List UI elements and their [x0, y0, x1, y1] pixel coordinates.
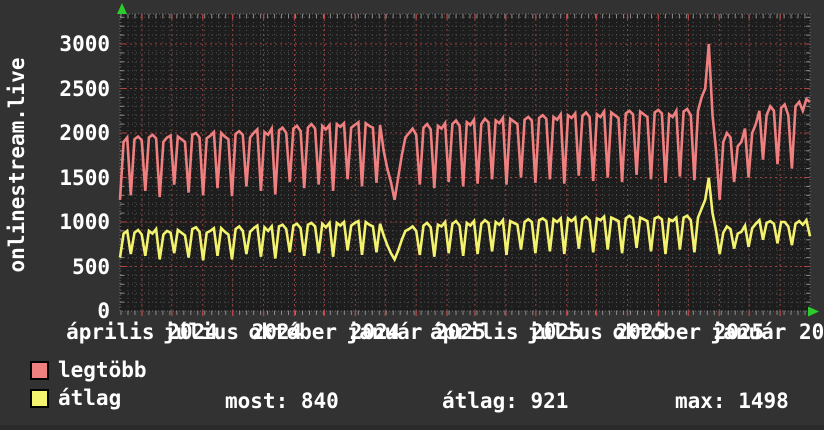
y-axis-tick-label: 500	[0, 255, 110, 279]
stat-most: most: 840	[225, 389, 339, 413]
stat-max: max: 1498	[675, 389, 789, 413]
y-axis-tick-label: 2500	[0, 77, 110, 101]
y-axis-tick-label: 1000	[0, 210, 110, 234]
legend-label: legtöbb	[58, 358, 147, 382]
rrd-graph: onlinestream.live 0500100015002000250030…	[0, 0, 824, 430]
x-axis-tick-label: január 2026	[670, 320, 824, 345]
y-axis-tick-label: 1500	[0, 166, 110, 190]
stat-atlag: átlag: 921	[442, 389, 568, 413]
legend-swatch	[30, 389, 49, 408]
y-axis-tick-label: 3000	[0, 32, 110, 56]
legend-swatch	[30, 361, 49, 380]
bottom-edge-strip	[0, 425, 824, 430]
y-axis-tick-label: 2000	[0, 121, 110, 145]
legend-label: átlag	[58, 386, 121, 410]
